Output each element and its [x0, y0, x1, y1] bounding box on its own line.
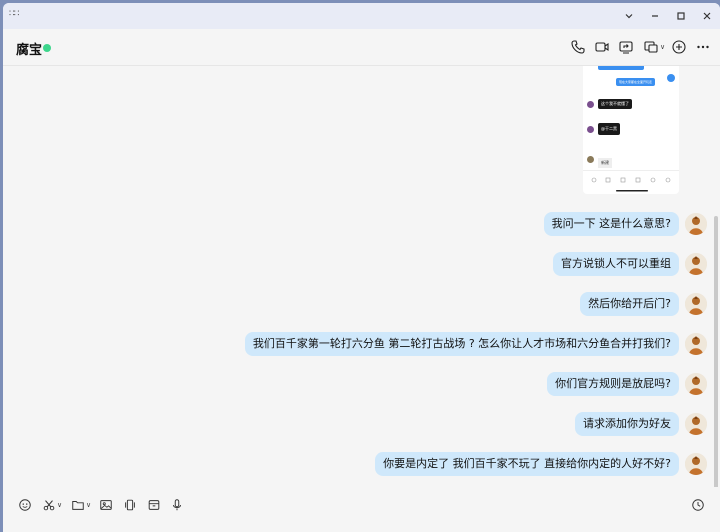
phone-icon[interactable] [568, 37, 588, 57]
chat-title[interactable]: 腐宝 [16, 39, 42, 58]
message-row: 我们百千家第一轮打六分鱼 第二轮打古战场 ? 怎么你让人才市场和六分鱼合并打我们… [244, 332, 707, 356]
avatar[interactable] [685, 373, 707, 395]
message-row: 然后你给开后门? [580, 292, 707, 316]
message-bubble[interactable]: 你要是内定了 我们百千家不玩了 直接给你内定的人好不好? [375, 452, 679, 476]
message-row: 我问一下 这是什么意思? [543, 212, 707, 236]
mini-toolbar [583, 170, 679, 194]
message-bubble[interactable]: 官方说锁人不可以重组 [553, 252, 679, 276]
message-row: 官方说锁人不可以重组 [553, 252, 707, 276]
online-status-dot [43, 44, 51, 52]
mini-bubble-blue-2: 现在大家都在全面开玩走 [616, 78, 656, 86]
mini-avatar [587, 125, 594, 133]
remote-assist-icon[interactable]: ∨ [641, 37, 667, 57]
mic-icon[interactable] [170, 496, 184, 514]
mini-avatar [587, 100, 594, 108]
mini-row-1: 这个我不就懂了 [587, 99, 632, 109]
maximize-button[interactable] [672, 7, 690, 25]
avatar[interactable] [685, 413, 707, 435]
message-row: 请求添加你为好友 [575, 412, 707, 436]
folder-icon[interactable]: ∨ [71, 496, 91, 514]
avatar[interactable] [685, 453, 707, 475]
mini-row-2: @干二黑 [587, 123, 620, 135]
avatar[interactable] [685, 293, 707, 315]
mini-bubble-dark-2: @干二黑 [598, 123, 620, 135]
mini-bubble-dark-1: 这个我不就懂了 [598, 99, 632, 109]
input-toolbar: ∨ ∨ [3, 487, 720, 532]
message-row: 你们官方规则是放屁吗? [547, 372, 707, 396]
minimize-button[interactable] [646, 7, 664, 25]
message-list[interactable]: 现在大家都在全面开玩走 这个我不就懂了 @干二黑 新建 我问一下 这是什么意思?… [3, 66, 720, 526]
close-button[interactable] [698, 7, 716, 25]
avatar[interactable] [685, 253, 707, 275]
mini-avatar [587, 155, 594, 163]
message-bubble[interactable]: 我问一下 这是什么意思? [543, 212, 679, 236]
title-bar: ∷∷ [3, 3, 720, 29]
add-member-icon[interactable] [669, 37, 689, 57]
chat-header: 腐宝 ∨ [3, 29, 720, 66]
message-row: 你要是内定了 我们百千家不玩了 直接给你内定的人好不好? [375, 452, 707, 476]
scrollbar[interactable] [714, 216, 718, 526]
mini-avatar-self [667, 74, 675, 82]
emoji-icon[interactable] [18, 496, 32, 514]
screen-share-icon[interactable] [616, 37, 636, 57]
mini-bubble-blue-1 [598, 66, 644, 70]
chat-window: ∷∷ 腐宝 ∨ 现在大家都在全面开玩走 这个我不就懂了 @干二黑 新建 我问一下… [3, 3, 720, 532]
box-icon[interactable] [147, 496, 161, 514]
more-icon[interactable] [693, 37, 713, 57]
message-bubble[interactable]: 请求添加你为好友 [575, 412, 679, 436]
avatar[interactable] [685, 333, 707, 355]
image-message[interactable]: 现在大家都在全面开玩走 这个我不就懂了 @干二黑 新建 [583, 66, 679, 194]
mini-bubble-light: 新建 [598, 158, 612, 168]
image-icon[interactable] [99, 496, 113, 514]
scissors-icon[interactable]: ∨ [42, 496, 62, 514]
chevron-down-icon[interactable] [620, 7, 638, 25]
history-icon[interactable] [691, 496, 705, 514]
drag-handle-icon[interactable]: ∷∷ [9, 9, 20, 19]
message-bubble[interactable]: 然后你给开后门? [580, 292, 679, 316]
mini-row-3: 新建 [587, 150, 612, 168]
shake-icon[interactable] [123, 496, 137, 514]
video-icon[interactable] [592, 37, 612, 57]
message-bubble[interactable]: 我们百千家第一轮打六分鱼 第二轮打古战场 ? 怎么你让人才市场和六分鱼合并打我们… [244, 332, 679, 356]
message-bubble[interactable]: 你们官方规则是放屁吗? [547, 372, 679, 396]
avatar[interactable] [685, 213, 707, 235]
